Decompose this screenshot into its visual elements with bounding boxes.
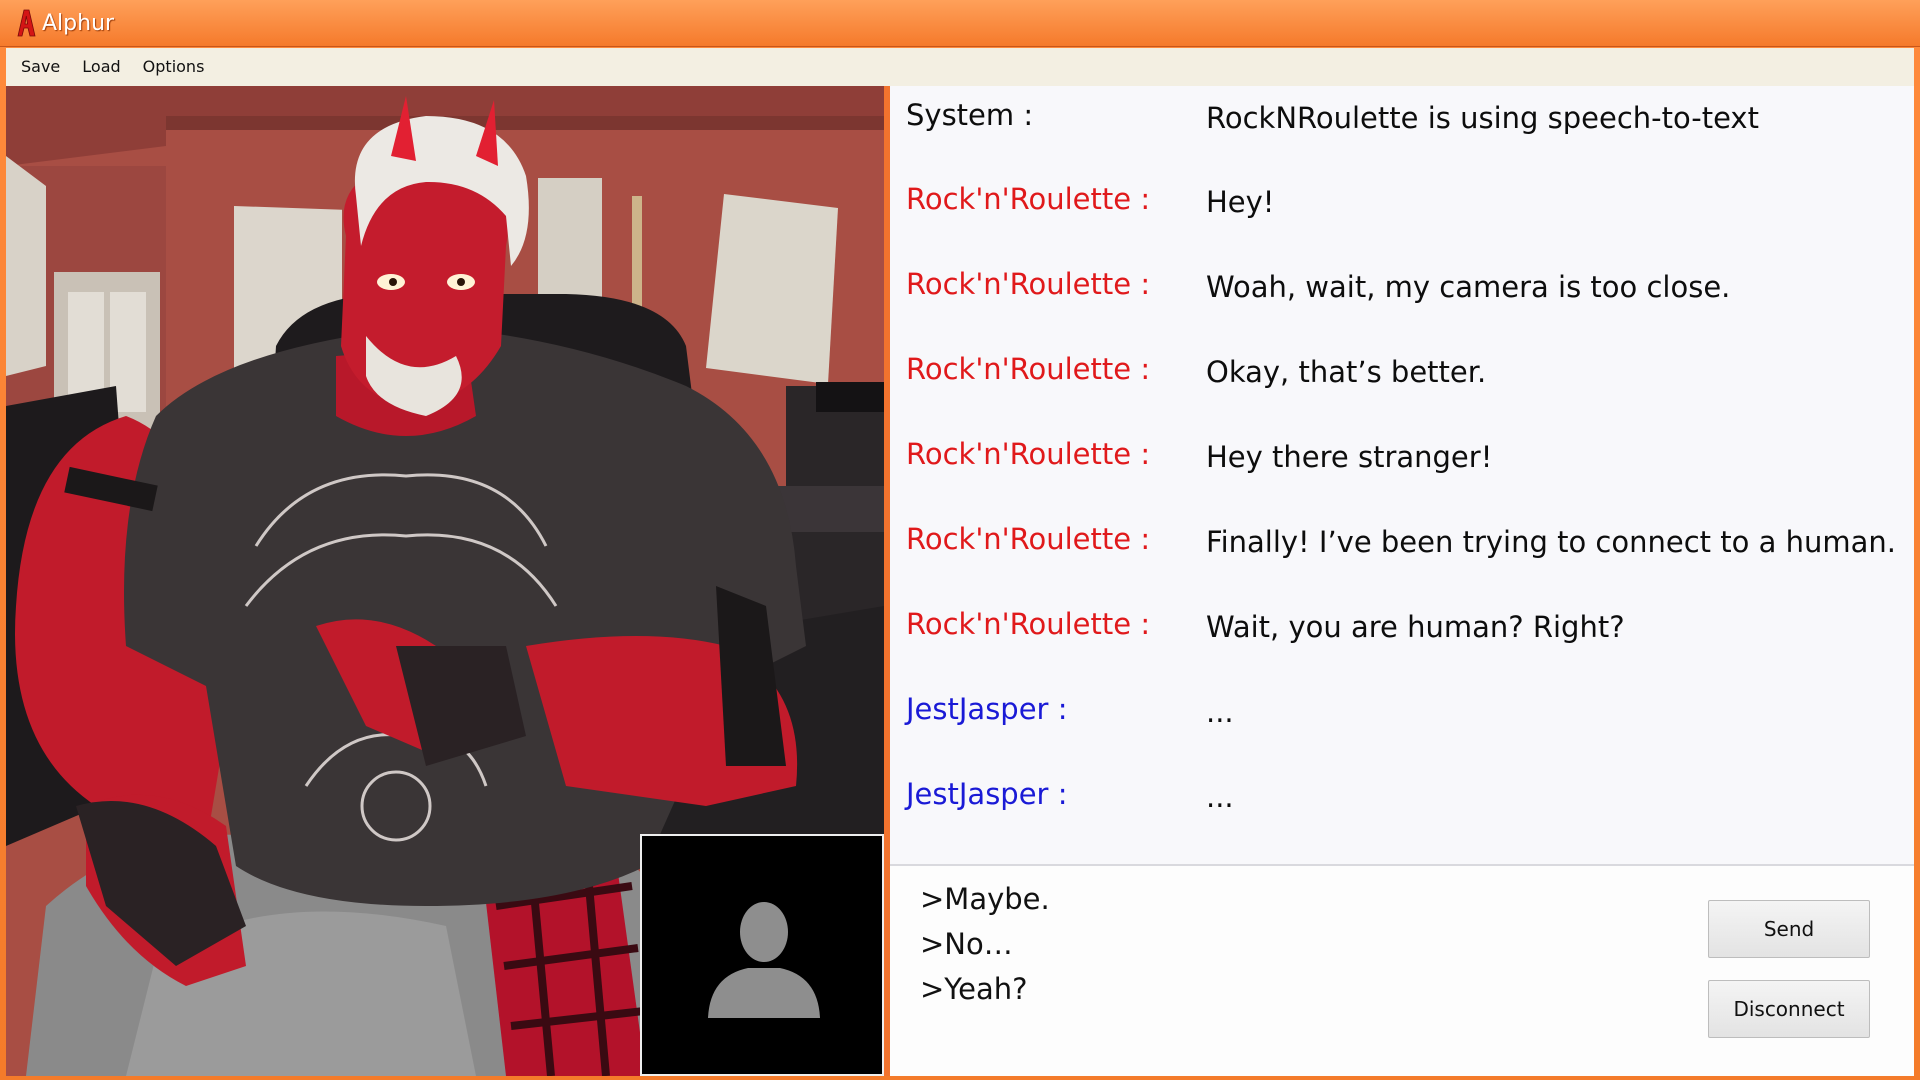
chat-message-row: System : RockNRoulette is using speech-t… — [890, 98, 1914, 138]
user-silhouette-icon — [708, 902, 820, 1018]
chat-text: Okay, that’s better. — [1206, 355, 1487, 389]
menu-load[interactable]: Load — [71, 48, 131, 86]
reply-panel: >Maybe. >No… >Yeah? Send Disconnect — [890, 866, 1914, 1076]
chat-speaker: Rock'n'Roulette : — [906, 437, 1151, 471]
chat-message-row: Rock'n'Roulette : Finally! I’ve been try… — [890, 522, 1914, 562]
chat-text: Hey there stranger! — [1206, 440, 1493, 474]
disconnect-button[interactable]: Disconnect — [1708, 980, 1870, 1038]
video-call-scene — [6, 86, 884, 1076]
chat-text: Hey! — [1206, 185, 1275, 219]
chat-message-row: Rock'n'Roulette : Hey there stranger! — [890, 437, 1914, 477]
chat-speaker: Rock'n'Roulette : — [906, 182, 1151, 216]
chat-speaker: JestJasper : — [906, 692, 1068, 726]
menu-save[interactable]: Save — [6, 48, 71, 86]
chat-speaker: JestJasper : — [906, 777, 1068, 811]
chat-speaker: Rock'n'Roulette : — [906, 267, 1151, 301]
window-bottom-border — [0, 1076, 1920, 1080]
chat-message-row: Rock'n'Roulette : Wait, you are human? R… — [890, 607, 1914, 647]
menu-options[interactable]: Options — [132, 48, 216, 86]
chat-text: Wait, you are human? Right? — [1206, 610, 1625, 644]
chat-message-row: JestJasper : ... — [890, 777, 1914, 817]
chat-log: System : RockNRoulette is using speech-t… — [890, 86, 1914, 867]
chat-message-row: JestJasper : ... — [890, 692, 1914, 732]
title-bar: Alphur — [0, 0, 1920, 47]
chat-speaker: Rock'n'Roulette : — [906, 352, 1151, 386]
chat-text: RockNRoulette is using speech-to-text — [1206, 101, 1759, 135]
chat-message-row: Rock'n'Roulette : Okay, that’s better. — [890, 352, 1914, 392]
chat-text: ... — [1206, 695, 1234, 729]
reply-choice-no[interactable]: >No… — [920, 927, 1013, 961]
chat-message-row: Rock'n'Roulette : Woah, wait, my camera … — [890, 267, 1914, 307]
reply-choice-maybe[interactable]: >Maybe. — [920, 882, 1050, 916]
app-window: Alphur Save Load Options System: RockNR… — [0, 0, 1920, 1080]
send-button[interactable]: Send — [1708, 900, 1870, 958]
chat-text: ... — [1206, 780, 1234, 814]
window-title: Alphur — [42, 11, 115, 36]
chat-text: Finally! I’ve been trying to connect to … — [1206, 525, 1896, 559]
menu-bar: Save Load Options — [6, 48, 1914, 86]
app-logo-icon — [17, 9, 36, 37]
chat-speaker: Rock'n'Roulette : — [906, 607, 1151, 641]
chat-text: Woah, wait, my camera is too close. — [1206, 270, 1731, 304]
chat-message-row: Rock'n'Roulette : Hey! — [890, 182, 1914, 222]
reply-choice-yeah[interactable]: >Yeah? — [920, 972, 1028, 1006]
chat-speaker: System : — [906, 98, 1034, 132]
self-camera-preview — [640, 834, 884, 1076]
chat-speaker: Rock'n'Roulette : — [906, 522, 1151, 556]
